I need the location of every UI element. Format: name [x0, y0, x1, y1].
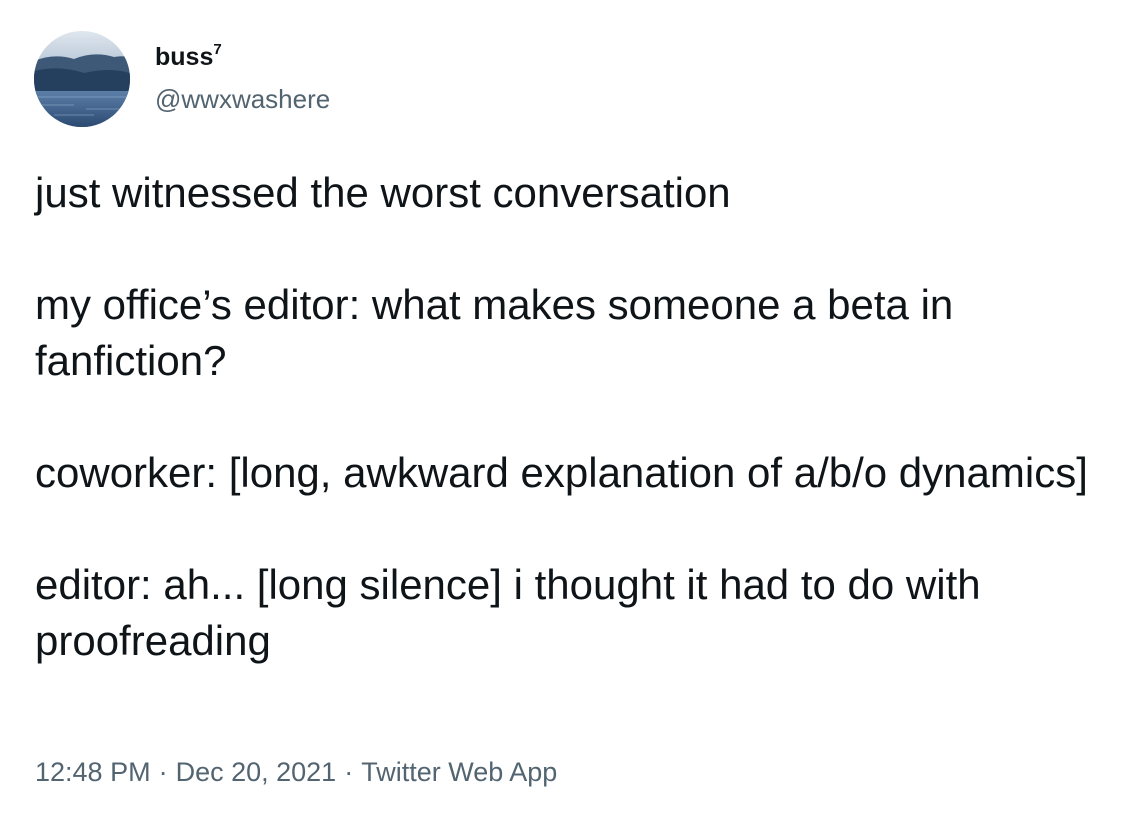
tweet-date[interactable]: Dec 20, 2021: [176, 757, 337, 787]
author-name-text: buss: [155, 43, 214, 71]
landscape-photo-icon: [34, 31, 130, 127]
author-handle[interactable]: @wwxwashere: [155, 84, 330, 114]
meta-separator: ·: [158, 757, 168, 787]
tweet-paragraph: my office’s editor: what makes someone a…: [35, 281, 954, 384]
tweet-meta: 12:48 PM · Dec 20, 2021 · Twitter Web App: [35, 755, 557, 789]
tweet-source[interactable]: Twitter Web App: [361, 757, 557, 787]
avatar[interactable]: [34, 31, 130, 127]
meta-separator: ·: [344, 757, 354, 787]
tweet-paragraph: coworker: [long, awkward explanation of …: [35, 449, 1088, 496]
tweet-paragraph: editor: ah... [long silence] i thought i…: [35, 561, 981, 664]
author-display-name[interactable]: buss7: [155, 42, 222, 72]
tweet-text: just witnessed the worst conversation my…: [35, 165, 1110, 669]
author-name-superscript: 7: [213, 40, 222, 58]
tweet-time[interactable]: 12:48 PM: [35, 757, 151, 787]
tweet-paragraph: just witnessed the worst conversation: [35, 169, 731, 216]
